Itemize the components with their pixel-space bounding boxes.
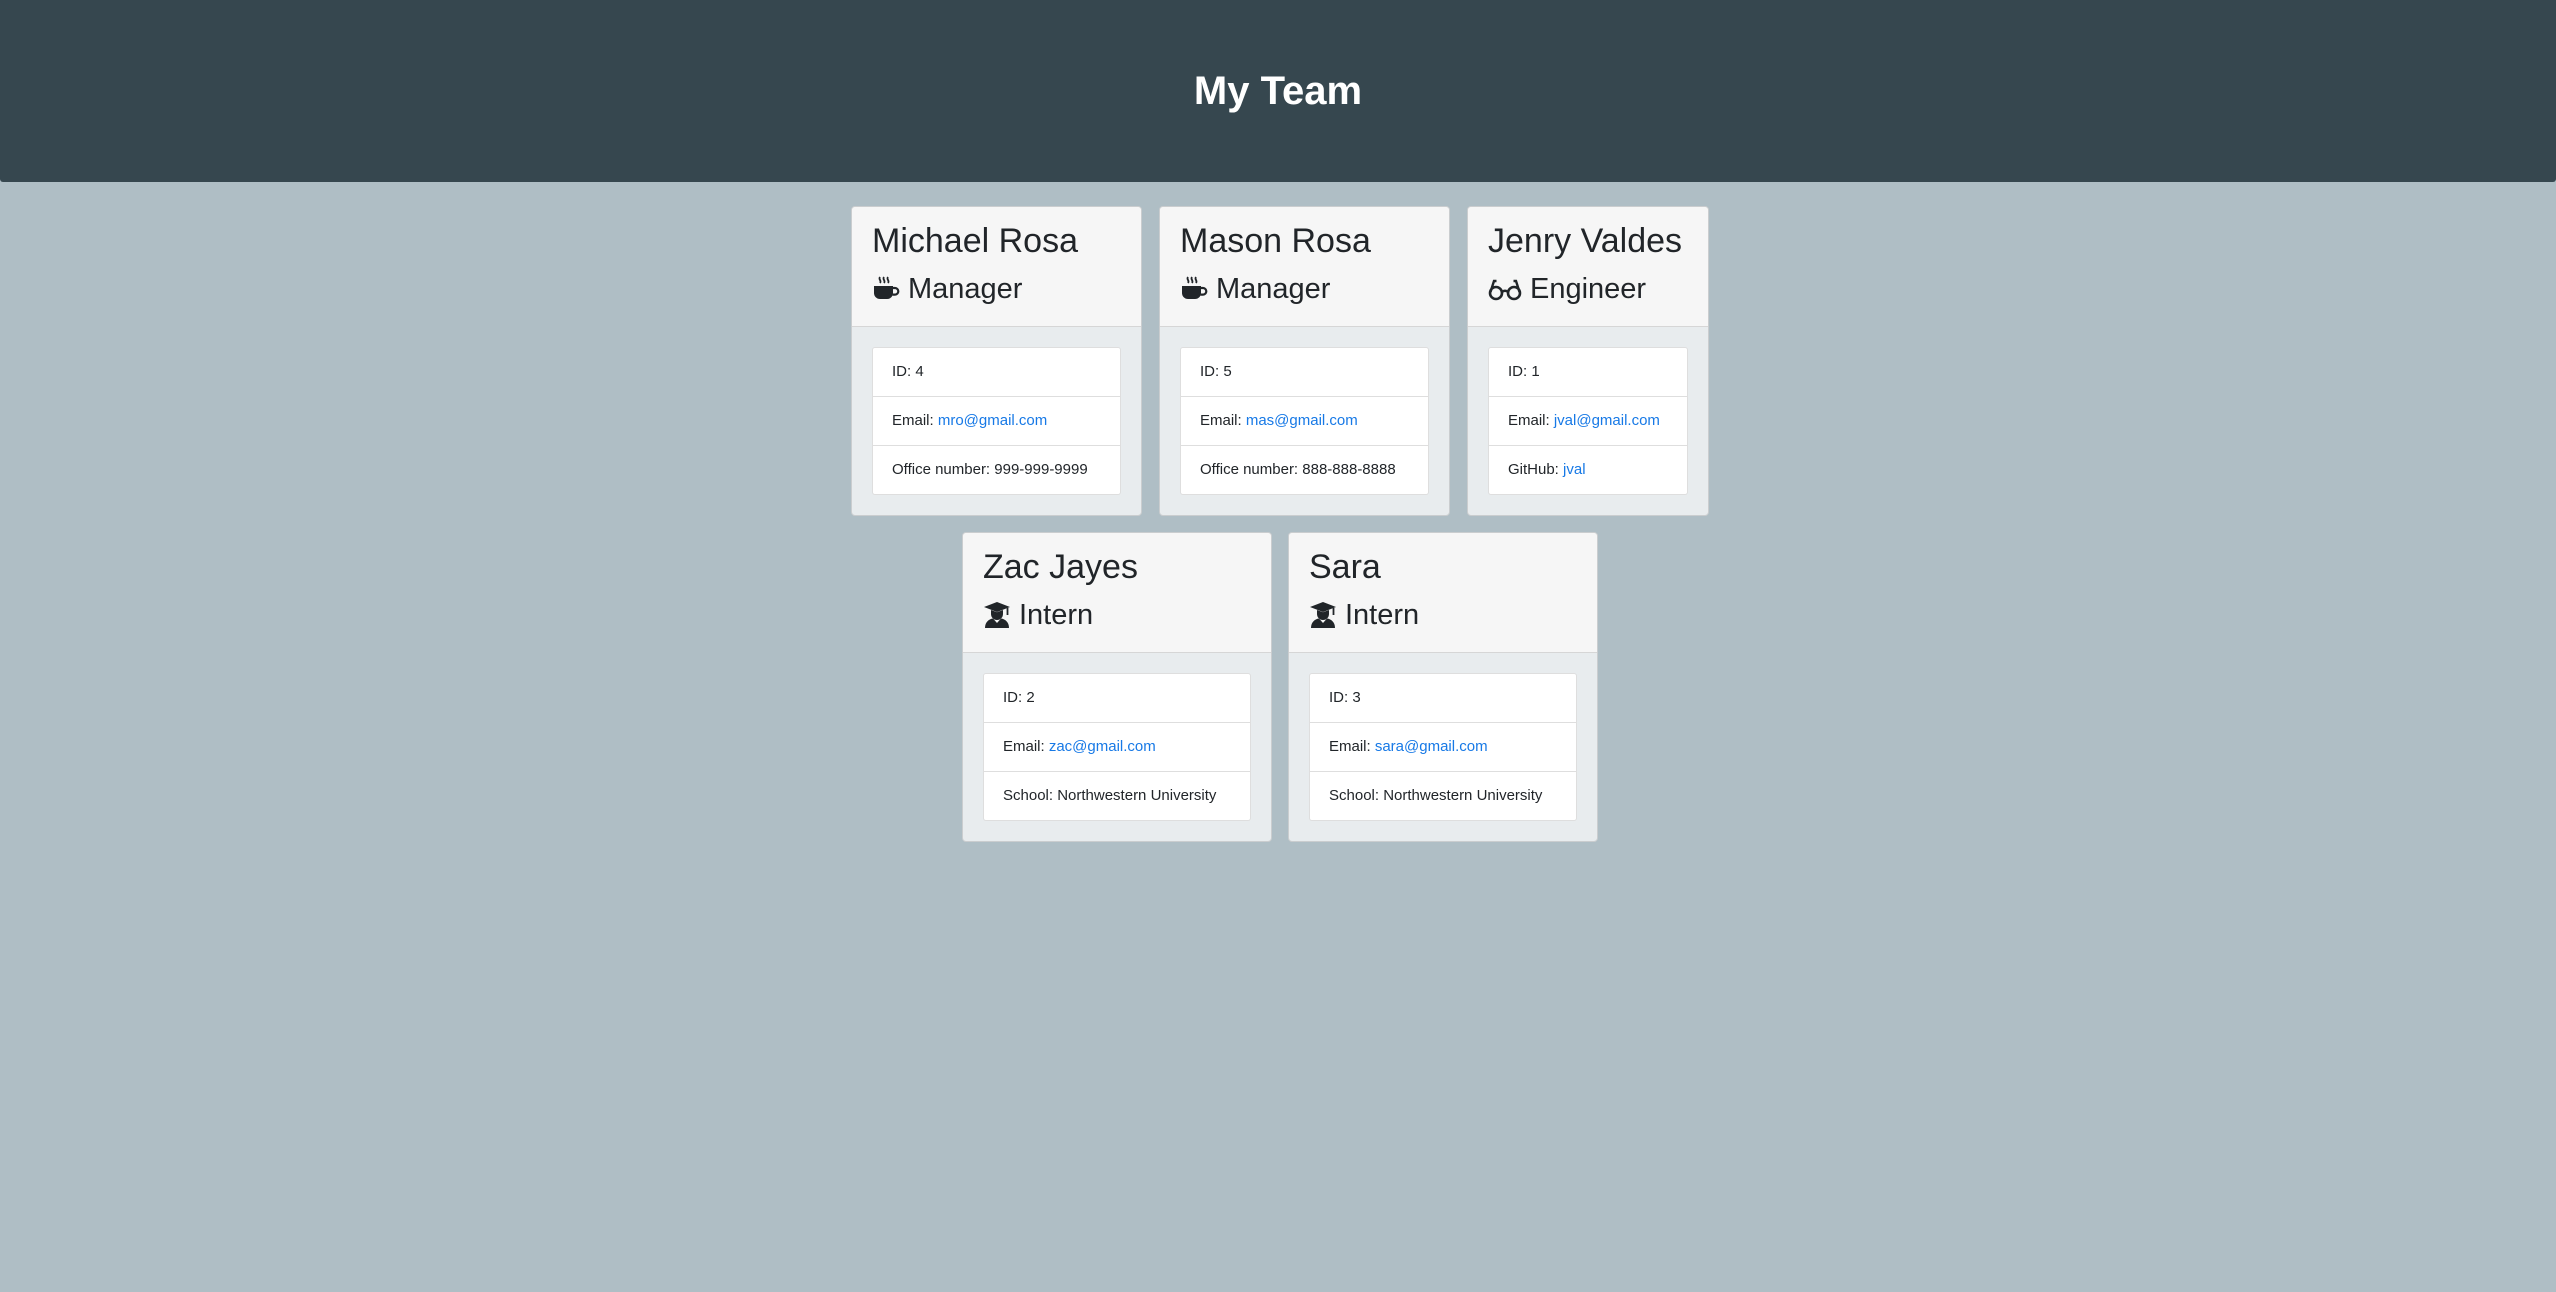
coffee-icon xyxy=(1180,275,1208,303)
info-list: ID: 2 Email: zac@gmail.com School: North… xyxy=(983,673,1251,821)
employee-email: Email: zac@gmail.com xyxy=(984,722,1250,771)
graduate-icon xyxy=(1309,601,1337,629)
card-header: Zac Jayes Intern xyxy=(963,533,1271,653)
email-link[interactable]: sara@gmail.com xyxy=(1375,738,1488,755)
email-link[interactable]: jval@gmail.com xyxy=(1554,412,1660,429)
employee-card: Mason Rosa Manager ID: 5 Email: mas@gmai… xyxy=(1159,206,1450,516)
role-label: Intern xyxy=(1345,599,1420,631)
employee-role: Manager xyxy=(1180,271,1429,307)
email-label: Email: xyxy=(1508,412,1554,429)
school: School: Northwestern University xyxy=(1310,771,1576,820)
info-list: ID: 5 Email: mas@gmail.com Office number… xyxy=(1180,347,1429,495)
employee-email: Email: mas@gmail.com xyxy=(1181,396,1428,445)
role-label: Engineer xyxy=(1530,273,1647,305)
email-link[interactable]: zac@gmail.com xyxy=(1049,738,1156,755)
employee-role: Intern xyxy=(1309,597,1577,633)
github-link[interactable]: jval xyxy=(1563,461,1586,478)
employee-id: ID: 3 xyxy=(1329,689,1361,706)
email-label: Email: xyxy=(1003,738,1049,755)
card-header: Jenry Valdes Engineer xyxy=(1468,207,1708,327)
school: School: Northwestern University xyxy=(984,771,1250,820)
employee-email: Email: sara@gmail.com xyxy=(1310,722,1576,771)
email-label: Email: xyxy=(892,412,938,429)
employee-name: Mason Rosa xyxy=(1180,222,1371,260)
github: GitHub: jval xyxy=(1489,445,1687,494)
employee-id: ID: 2 xyxy=(1003,689,1035,706)
info-list: ID: 1 Email: jval@gmail.com GitHub: jval xyxy=(1488,347,1688,495)
employee-name: Sara xyxy=(1309,548,1381,586)
office-number: Office number: 888-888-8888 xyxy=(1181,445,1428,494)
employee-role: Intern xyxy=(983,597,1251,633)
employee-name: Zac Jayes xyxy=(983,548,1138,586)
employee-card: Jenry Valdes Engineer ID: 1 Email: jval@… xyxy=(1467,206,1709,516)
card-header: Sara Intern xyxy=(1289,533,1597,653)
coffee-icon xyxy=(872,275,900,303)
info-list: ID: 4 Email: mro@gmail.com Office number… xyxy=(872,347,1121,495)
employee-role: Manager xyxy=(872,271,1121,307)
employee-id: ID: 1 xyxy=(1508,363,1540,380)
employee-email: Email: mro@gmail.com xyxy=(873,396,1120,445)
employee-card: Michael Rosa Manager ID: 4 Email: mro@gm… xyxy=(851,206,1142,516)
glasses-icon xyxy=(1488,275,1522,303)
card-header: Mason Rosa Manager xyxy=(1160,207,1449,327)
page-title: My Team xyxy=(1193,68,1363,113)
employee-id: ID: 4 xyxy=(892,363,924,380)
card-header: Michael Rosa Manager xyxy=(852,207,1141,327)
graduate-icon xyxy=(983,601,1011,629)
employee-name: Michael Rosa xyxy=(872,222,1078,260)
office-number: Office number: 999-999-9999 xyxy=(873,445,1120,494)
info-list: ID: 3 Email: sara@gmail.com School: Nort… xyxy=(1309,673,1577,821)
email-label: Email: xyxy=(1329,738,1375,755)
email-link[interactable]: mro@gmail.com xyxy=(938,412,1047,429)
employee-card: Sara Intern ID: 3 Email: sara@gmail.com … xyxy=(1288,532,1598,842)
employee-id: ID: 5 xyxy=(1200,363,1232,380)
employee-email: Email: jval@gmail.com xyxy=(1489,396,1687,445)
role-label: Manager xyxy=(908,273,1023,305)
employee-role: Engineer xyxy=(1488,271,1688,307)
role-label: Intern xyxy=(1019,599,1094,631)
role-label: Manager xyxy=(1216,273,1331,305)
email-link[interactable]: mas@gmail.com xyxy=(1246,412,1358,429)
github-label: GitHub: xyxy=(1508,461,1564,478)
page-header: My Team xyxy=(0,0,2556,182)
employee-name: Jenry Valdes xyxy=(1488,222,1683,260)
employee-card: Zac Jayes Intern ID: 2 Email: zac@gmail.… xyxy=(962,532,1272,842)
email-label: Email: xyxy=(1200,412,1246,429)
